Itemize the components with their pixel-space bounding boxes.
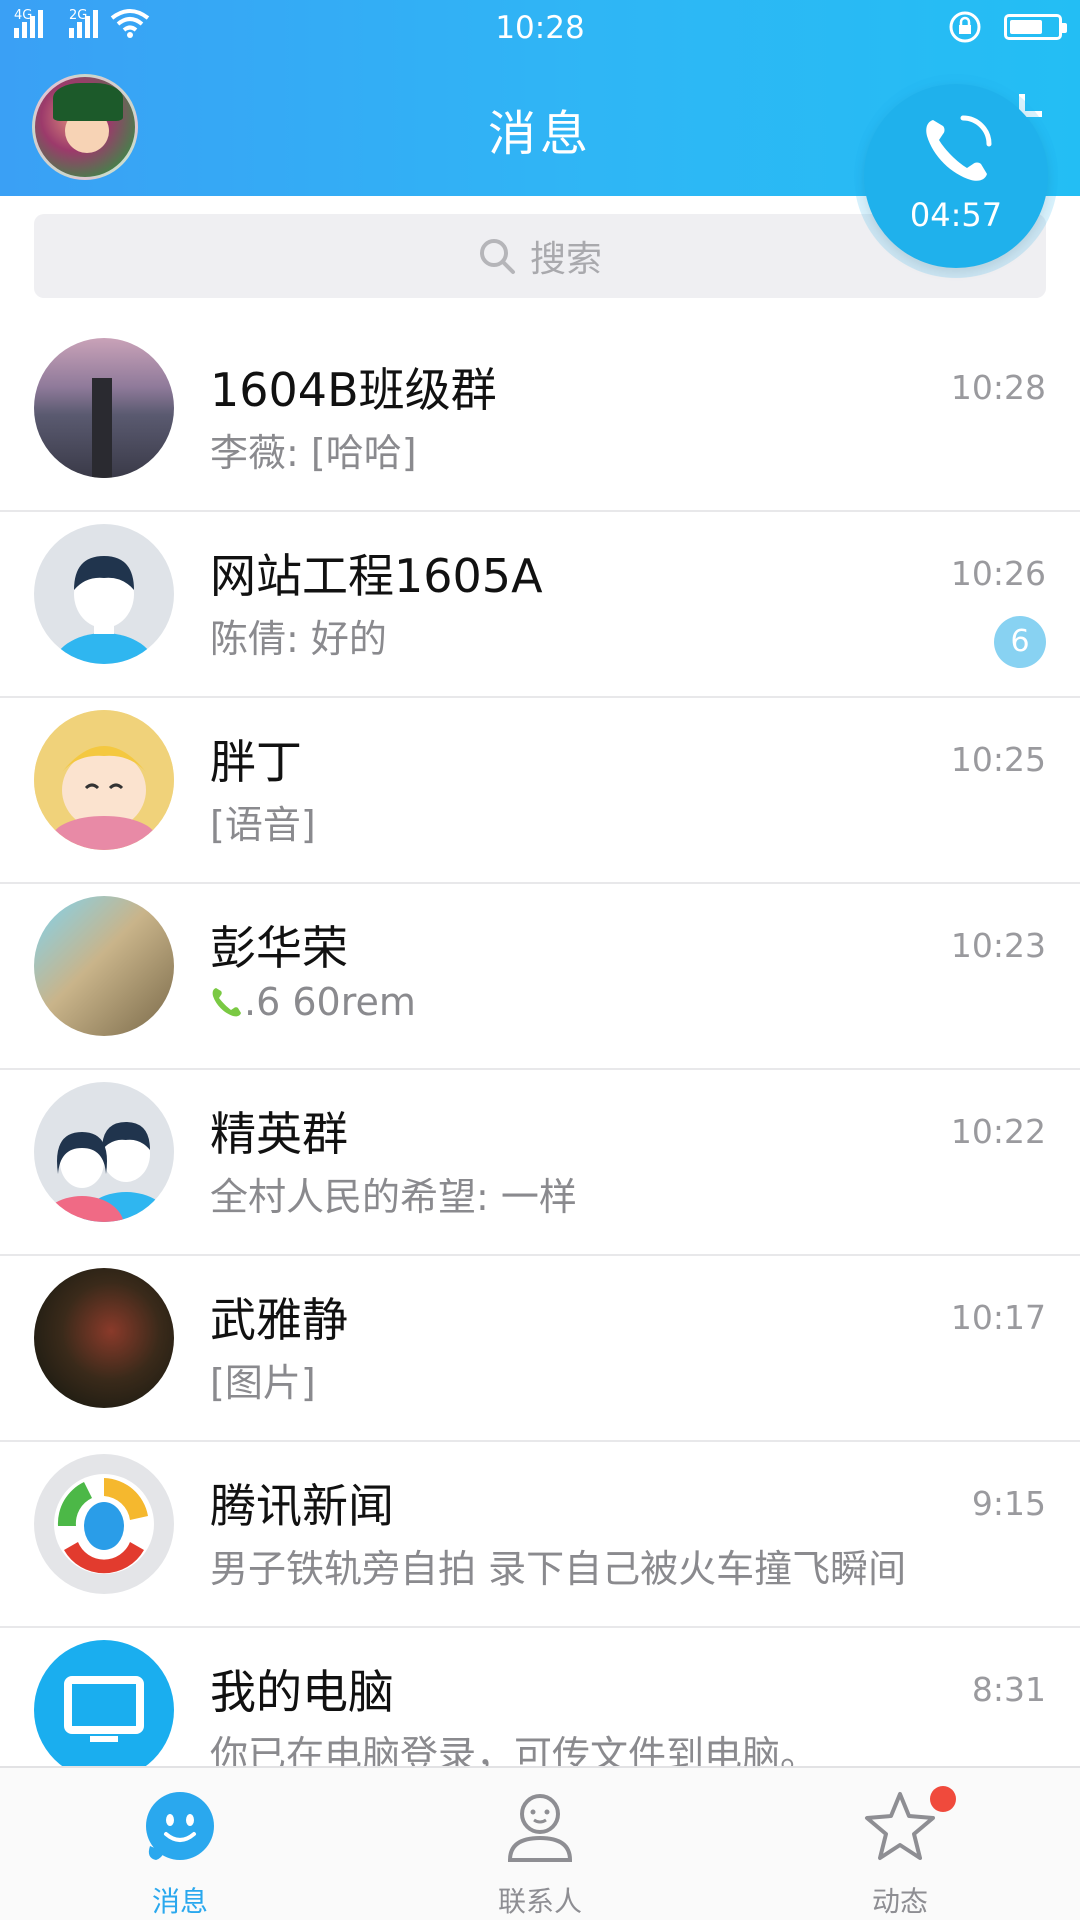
conversation-name: 精英群 xyxy=(210,1107,348,1161)
call-summary-text: .6 60rem xyxy=(244,980,416,1024)
tab-contacts[interactable]: 联系人 xyxy=(440,1768,640,1922)
status-time: 10:28 xyxy=(495,10,585,46)
conversation-name: 胖丁 xyxy=(210,735,302,789)
battery-icon xyxy=(1004,14,1067,40)
contacts-person-icon xyxy=(507,1794,573,1862)
default-boy-avatar-icon xyxy=(52,556,156,664)
conversation-preview: 李薇: [哈哈] xyxy=(210,431,417,475)
notification-dot xyxy=(930,1786,956,1812)
conversation-preview: 男子铁轨旁自拍 录下自己被火车撞飞瞬间 xyxy=(210,1547,907,1591)
conversation-preview: 陈倩: 好的 xyxy=(210,617,387,661)
tab-label: 消息 xyxy=(151,1885,208,1918)
conversation-time: 10:23 xyxy=(950,926,1046,965)
conversation-preview: 全村人民的希望: 一样 xyxy=(210,1175,577,1219)
conversation-item[interactable]: 武雅静 [图片] 10:17 xyxy=(0,1256,1080,1442)
conversation-avatar xyxy=(34,896,174,1036)
bottom-tab-bar: 消息 联系人 动态 xyxy=(0,1766,1080,1920)
ongoing-call-button[interactable]: 04:57 xyxy=(864,84,1048,268)
conversation-item[interactable]: 胖丁 [语音] 10:25 xyxy=(0,698,1080,884)
conversation-preview: [图片] xyxy=(210,1361,316,1405)
conversation-item[interactable]: 彭华荣 .6 60rem 10:23 xyxy=(0,884,1080,1070)
conversation-item[interactable]: 腾讯新闻 男子铁轨旁自拍 录下自己被火车撞飞瞬间 9:15 xyxy=(0,1442,1080,1628)
messages-face-icon xyxy=(146,1792,214,1860)
conversation-preview: .6 60rem xyxy=(210,980,416,1024)
conversation-avatar xyxy=(34,1082,174,1222)
conversation-name: 我的电脑 xyxy=(210,1665,394,1719)
conversation-time: 10:26 xyxy=(950,554,1046,593)
default-group-avatar-icon xyxy=(40,1122,170,1222)
conversation-list: 1604B班级群 李薇: [哈哈] 10:28 网站工程1605A 陈倩: 好的… xyxy=(0,326,1080,1814)
conversation-name: 1604B班级群 xyxy=(210,363,497,417)
tab-label: 联系人 xyxy=(497,1885,582,1918)
conversation-name: 武雅静 xyxy=(210,1293,348,1347)
conversation-time: 9:15 xyxy=(971,1484,1046,1523)
computer-monitor-icon xyxy=(64,1676,144,1742)
status-bar: 4G 2G 10:28 xyxy=(0,0,1080,56)
conversation-avatar xyxy=(34,710,174,850)
tencent-news-logo-icon xyxy=(54,1474,154,1574)
conversation-preview: [语音] xyxy=(210,803,316,847)
conversation-item[interactable]: 精英群 全村人民的希望: 一样 10:22 xyxy=(0,1070,1080,1256)
tab-label: 动态 xyxy=(871,1885,928,1918)
status-right xyxy=(948,10,1067,44)
star-icon xyxy=(865,1792,935,1860)
conversation-name: 网站工程1605A xyxy=(210,549,543,603)
conversation-time: 10:22 xyxy=(950,1112,1046,1151)
conversation-avatar xyxy=(34,1640,174,1780)
conversation-time: 10:17 xyxy=(950,1298,1046,1337)
call-timer: 04:57 xyxy=(909,196,1003,234)
tab-moments[interactable]: 动态 xyxy=(800,1768,1000,1922)
rotation-lock-icon xyxy=(949,11,981,43)
conversation-name: 彭华荣 xyxy=(210,921,348,975)
conversation-avatar xyxy=(34,338,174,478)
conversation-item[interactable]: 网站工程1605A 陈倩: 好的 10:26 6 xyxy=(0,512,1080,698)
tab-messages[interactable]: 消息 xyxy=(80,1768,280,1922)
conversation-avatar xyxy=(34,1454,174,1594)
unread-badge: 6 xyxy=(994,616,1046,668)
anime-avatar-icon xyxy=(34,710,174,850)
conversation-time: 10:28 xyxy=(950,368,1046,407)
conversation-avatar xyxy=(34,524,174,664)
search-placeholder: 搜索 xyxy=(529,239,602,280)
phone-icon xyxy=(926,115,992,181)
conversation-avatar xyxy=(34,1268,174,1408)
phone-call-icon xyxy=(212,988,241,1017)
conversation-name: 腾讯新闻 xyxy=(210,1479,394,1533)
search-icon xyxy=(479,239,515,274)
conversation-item[interactable]: 1604B班级群 李薇: [哈哈] 10:28 xyxy=(0,326,1080,512)
conversation-time: 8:31 xyxy=(971,1670,1046,1709)
conversation-time: 10:25 xyxy=(950,740,1046,779)
